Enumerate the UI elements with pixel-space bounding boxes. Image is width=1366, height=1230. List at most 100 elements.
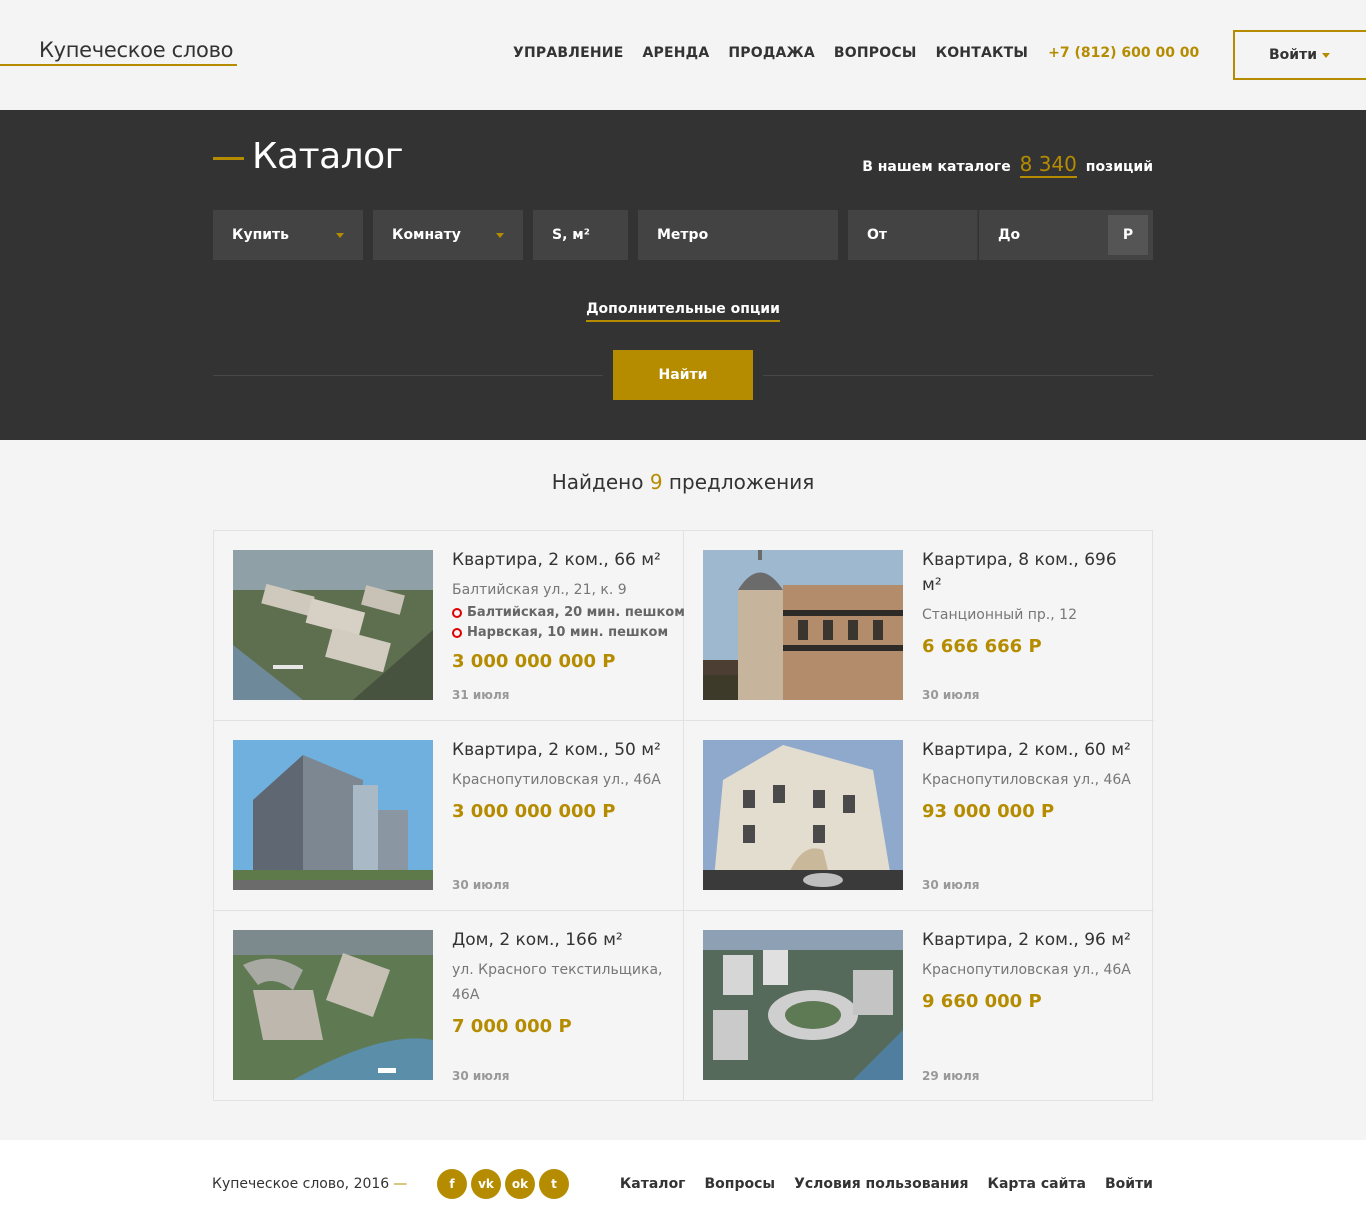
catalog-count-suffix: позиций xyxy=(1085,159,1153,175)
aerial-complex-photo xyxy=(233,550,433,700)
riverside-complex-photo xyxy=(233,930,433,1080)
listing-price: 9 660 000 Р xyxy=(922,991,1042,1012)
listing-photo[interactable] xyxy=(703,550,903,700)
listing-date: 31 июля xyxy=(452,688,510,702)
listing-card[interactable]: Квартира, 2 ком., 66 м² Балтийская ул., … xyxy=(214,531,685,721)
listing-title[interactable]: Квартира, 2 ком., 60 м² xyxy=(922,738,1137,763)
listing-info: Квартира, 2 ком., 66 м² Балтийская ул., … xyxy=(452,548,685,720)
area-placeholder: S, м² xyxy=(552,227,590,243)
catalog-count: В нашем каталоге 8 340 позиций xyxy=(862,152,1153,178)
rooms-value: Комнату xyxy=(392,227,461,243)
footer-link-catalog[interactable]: Каталог xyxy=(620,1176,686,1192)
listing-grid: Квартира, 2 ком., 66 м² Балтийская ул., … xyxy=(213,530,1154,1101)
chevron-down-icon xyxy=(336,233,344,238)
nav-item-sale[interactable]: ПРОДАЖА xyxy=(728,45,815,61)
more-options-link[interactable]: Дополнительные опции xyxy=(586,301,780,322)
results-count-value: 9 xyxy=(649,470,663,494)
listing-address: Краснопутиловская ул., 46А xyxy=(452,772,661,788)
more-options: Дополнительные опции xyxy=(0,298,1366,322)
listing-date: 30 июля xyxy=(922,878,980,892)
footer-link-questions[interactable]: Вопросы xyxy=(705,1176,776,1192)
chevron-down-icon xyxy=(1322,52,1331,58)
metro-station-text: Нарвская, 10 мин. пешком xyxy=(467,625,669,640)
twitter-icon[interactable]: t xyxy=(539,1169,569,1199)
area-input[interactable]: S, м² xyxy=(533,210,628,260)
rooms-select[interactable]: Комнату xyxy=(373,210,523,260)
copyright: Купеческое слово, 2016— xyxy=(212,1176,407,1192)
listing-info: Квартира, 2 ком., 96 м² Краснопутиловска… xyxy=(922,928,1137,1101)
listing-title[interactable]: Дом, 2 ком., 166 м² xyxy=(452,928,667,953)
footer-nav: Каталог Вопросы Условия пользования Карт… xyxy=(601,1176,1153,1192)
listing-photo[interactable] xyxy=(703,930,903,1080)
nav-item-rent[interactable]: АРЕНДА xyxy=(642,45,709,61)
listing-address: Балтийская ул., 21, к. 9 xyxy=(452,582,627,598)
listing-photo[interactable] xyxy=(233,740,433,890)
listing-price: 3 000 000 000 Р xyxy=(452,651,616,672)
listing-photo[interactable] xyxy=(703,740,903,890)
deal-type-select[interactable]: Купить xyxy=(213,210,363,260)
listing-title[interactable]: Квартира, 8 ком., 696 м² xyxy=(922,548,1137,598)
metro-station: Нарвская, 10 мин. пешком xyxy=(452,623,669,643)
login-button-label: Войти xyxy=(1268,47,1318,63)
footer-link-login[interactable]: Войти xyxy=(1105,1176,1153,1192)
listing-photo[interactable] xyxy=(233,550,433,700)
site-logo[interactable]: Купеческое слово xyxy=(39,38,234,62)
copyright-dash: — xyxy=(393,1176,408,1192)
listing-title[interactable]: Квартира, 2 ком., 50 м² xyxy=(452,738,667,763)
metro-input[interactable]: Метро xyxy=(638,210,838,260)
facebook-icon[interactable]: f xyxy=(437,1169,467,1199)
mansion-photo xyxy=(703,550,903,700)
listing-info: Квартира, 2 ком., 60 м² Краснопутиловска… xyxy=(922,738,1137,910)
listing-date: 30 июля xyxy=(452,1069,510,1083)
nav-item-contacts[interactable]: КОНТАКТЫ xyxy=(936,45,1029,61)
nav-item-management[interactable]: УПРАВЛЕНИЕ xyxy=(513,45,623,61)
metro-icon xyxy=(452,628,462,638)
price-from-placeholder: От xyxy=(867,227,888,243)
listing-price: 93 000 000 Р xyxy=(922,801,1055,822)
logo-underline xyxy=(0,64,237,66)
listing-price: 6 666 666 Р xyxy=(922,636,1042,657)
listing-price: 3 000 000 000 Р xyxy=(452,801,616,822)
divider xyxy=(213,375,603,376)
listing-card[interactable]: Дом, 2 ком., 166 м² ул. Красного текстил… xyxy=(214,911,684,1101)
art-nouveau-house-photo xyxy=(703,740,903,890)
listing-title[interactable]: Квартира, 2 ком., 66 м² xyxy=(452,548,667,573)
copyright-text: Купеческое слово, 2016 xyxy=(212,1176,390,1192)
price-to-placeholder: До xyxy=(998,227,1021,243)
metro-placeholder: Метро xyxy=(657,227,709,243)
city-district-photo xyxy=(703,930,903,1080)
search-button[interactable]: Найти xyxy=(613,350,753,400)
listing-address: Краснопутиловская ул., 46А xyxy=(922,772,1131,788)
divider xyxy=(763,375,1153,376)
deal-type-value: Купить xyxy=(232,227,290,243)
listing-date: 30 июля xyxy=(922,688,980,702)
listing-photo[interactable] xyxy=(233,930,433,1080)
main-nav: УПРАВЛЕНИЕ АРЕНДА ПРОДАЖА ВОПРОСЫ КОНТАК… xyxy=(513,45,1199,61)
catalog-heading: Каталог xyxy=(213,136,404,177)
price-from-input[interactable]: От xyxy=(848,210,978,260)
listing-card[interactable]: Квартира, 8 ком., 696 м² Станционный пр.… xyxy=(684,531,1154,721)
listing-card[interactable]: Квартира, 2 ком., 96 м² Краснопутиловска… xyxy=(684,911,1154,1101)
listing-info: Квартира, 2 ком., 50 м² Краснопутиловска… xyxy=(452,738,667,910)
footer-link-terms[interactable]: Условия пользования xyxy=(794,1176,968,1192)
listing-info: Квартира, 8 ком., 696 м² Станционный пр.… xyxy=(922,548,1137,720)
listing-card[interactable]: Квартира, 2 ком., 60 м² Краснопутиловска… xyxy=(684,721,1154,911)
chevron-down-icon xyxy=(496,233,504,238)
nav-item-questions[interactable]: ВОПРОСЫ xyxy=(834,45,917,61)
footer-link-sitemap[interactable]: Карта сайта xyxy=(988,1176,1086,1192)
currency-button[interactable]: Р xyxy=(1108,215,1148,255)
catalog-count-prefix: В нашем каталоге xyxy=(862,159,1011,175)
phone-number[interactable]: +7 (812) 600 00 00 xyxy=(1048,45,1199,61)
social-links: f vk ok t xyxy=(437,1169,573,1199)
listing-card[interactable]: Квартира, 2 ком., 50 м² Краснопутиловска… xyxy=(214,721,684,911)
listing-address: Краснопутиловская ул., 46А xyxy=(922,962,1131,978)
site-header: Купеческое слово УПРАВЛЕНИЕ АРЕНДА ПРОДА… xyxy=(0,0,1366,110)
heading-dash-decoration xyxy=(213,157,244,160)
login-button[interactable]: Войти xyxy=(1233,30,1366,80)
vk-icon[interactable]: vk xyxy=(471,1169,501,1199)
listing-date: 29 июля xyxy=(922,1069,980,1083)
catalog-count-value[interactable]: 8 340 xyxy=(1019,152,1077,178)
odnoklassniki-icon[interactable]: ok xyxy=(505,1169,535,1199)
listing-address: ул. Красного текстильщика, 46А xyxy=(452,962,663,1003)
listing-title[interactable]: Квартира, 2 ком., 96 м² xyxy=(922,928,1137,953)
